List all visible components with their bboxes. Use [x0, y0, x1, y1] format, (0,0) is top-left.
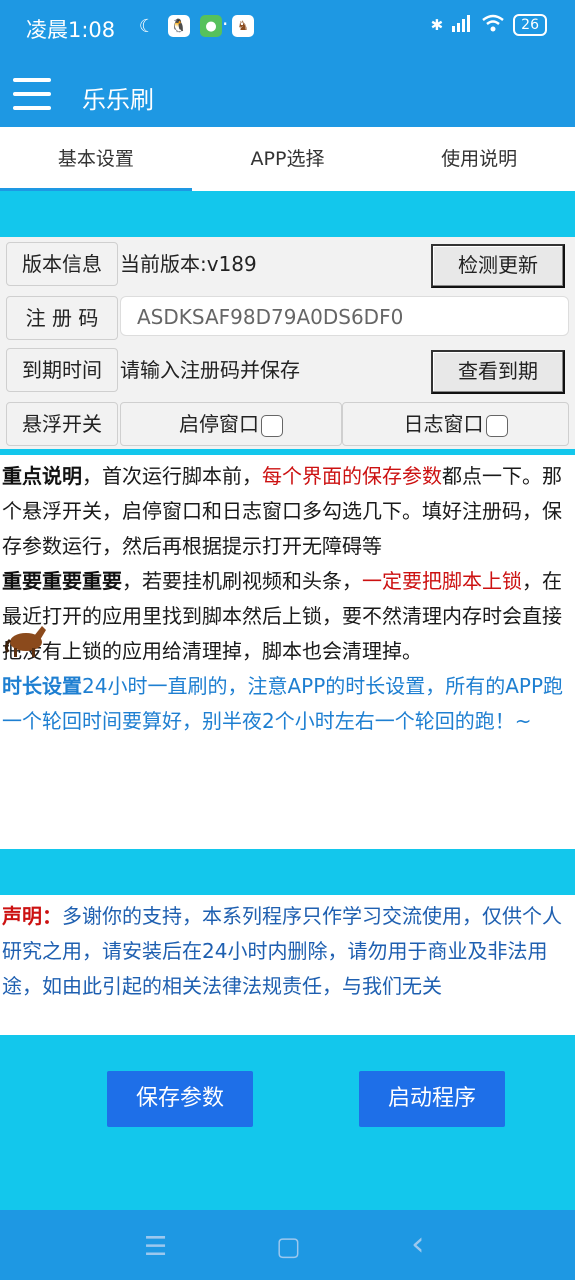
note-paragraph-2: 重要重要重要，若要挂机刷视频和头条，一定要把脚本上锁，在最近打开的应用里找到脚本… [2, 564, 573, 669]
log-window-label: 日志窗口 [403, 412, 484, 436]
home-icon[interactable]: ▢ [276, 1232, 301, 1262]
version-value: 当前版本:v189 [120, 252, 257, 276]
float-row: 悬浮开关 启停窗口 日志窗口 [6, 402, 569, 446]
horse-sticker-icon [4, 626, 46, 657]
note-paragraph-1: 重点说明，首次运行脚本前，每个界面的保存参数都点一下。那个悬浮开关，启停窗口和日… [2, 459, 573, 564]
app-title: 乐乐刷 [82, 86, 154, 114]
version-row: 版本信息 当前版本:v189 检测更新 [6, 242, 569, 288]
settings-panel: 版本信息 当前版本:v189 检测更新 注 册 码 ASDKSAF98D79A0… [0, 237, 575, 449]
system-nav-bar: ☰ ▢ ‹ [0, 1210, 575, 1280]
note-1-heading: 重点说明 [2, 464, 82, 488]
battery-indicator: 26 [513, 14, 547, 36]
note-3-text: 24小时一直刷的，注意APP的时长设置，所有的APP跑一个轮回时间要算好，别半夜… [2, 674, 564, 733]
tab-basic-settings[interactable]: 基本设置 [0, 127, 192, 191]
qq-icon: 🐧 [168, 15, 190, 37]
note-1-red: 每个界面的保存参数 [262, 464, 442, 488]
disclaimer-body: 多谢你的支持，本系列程序只作学习交流使用，仅供个人研究之用，请安装后在24小时内… [2, 904, 562, 998]
start-window-label: 启停窗口 [179, 412, 259, 436]
view-expire-button[interactable]: 查看到期 [431, 350, 565, 394]
signal-icon [451, 14, 473, 36]
tab-app-select[interactable]: APP选择 [192, 127, 384, 191]
instructions-notes: 重点说明，首次运行脚本前，每个界面的保存参数都点一下。那个悬浮开关，启停窗口和日… [0, 455, 575, 849]
start-program-button[interactable]: 启动程序 [359, 1071, 505, 1127]
check-update-button[interactable]: 检测更新 [431, 244, 565, 288]
registration-label: 注 册 码 [6, 296, 118, 340]
more-notifications-icon: ··· [222, 12, 248, 36]
start-window-toggle[interactable]: 启停窗口 [120, 402, 342, 446]
disclaimer-heading: 声明： [2, 904, 62, 928]
registration-row: 注 册 码 ASDKSAF98D79A0DS6DF0 [6, 296, 569, 340]
top-bar: 凌晨1:08 ☾ 🐧 ● ♞ ··· ✱ 26 乐乐刷 [0, 0, 575, 127]
disclaimer: 声明：多谢你的支持，本系列程序只作学习交流使用，仅供个人研究之用，请安装后在24… [0, 895, 575, 1035]
moon-icon: ☾ [138, 15, 156, 37]
note-2-red: 一定要把脚本上锁 [362, 569, 522, 593]
version-label: 版本信息 [6, 242, 118, 286]
log-window-toggle[interactable]: 日志窗口 [342, 402, 569, 446]
note-3-heading: 时长设置 [2, 674, 82, 698]
registration-code-input[interactable]: ASDKSAF98D79A0DS6DF0 [120, 296, 569, 336]
wifi-icon [481, 14, 505, 36]
expire-label: 到期时间 [6, 348, 118, 392]
expire-value: 请输入注册码并保存 [120, 358, 300, 382]
status-system-icons: ✱ 26 [431, 14, 547, 36]
back-icon[interactable]: ‹ [411, 1224, 425, 1264]
status-time: 凌晨1:08 [26, 18, 116, 42]
tab-instructions[interactable]: 使用说明 [383, 127, 575, 191]
expire-row: 到期时间 请输入注册码并保存 查看到期 [6, 348, 569, 394]
note-2-text-a: ，若要挂机刷视频和头条， [122, 569, 362, 593]
float-switch-label: 悬浮开关 [6, 402, 118, 446]
tab-bar: 基本设置 APP选择 使用说明 [0, 127, 575, 191]
note-paragraph-3: 时长设置24小时一直刷的，注意APP的时长设置，所有的APP跑一个轮回时间要算好… [2, 669, 573, 739]
bluetooth-icon: ✱ [430, 16, 444, 34]
log-window-checkbox[interactable] [485, 414, 508, 437]
save-params-button[interactable]: 保存参数 [107, 1071, 253, 1127]
app-notification-icon: ● [200, 15, 222, 37]
note-1-text-a: ，首次运行脚本前， [82, 464, 262, 488]
hamburger-menu-icon[interactable] [13, 78, 51, 110]
start-window-checkbox[interactable] [261, 414, 283, 437]
recent-apps-icon[interactable]: ☰ [144, 1232, 167, 1262]
note-2-heading: 重要重要重要 [2, 569, 122, 593]
